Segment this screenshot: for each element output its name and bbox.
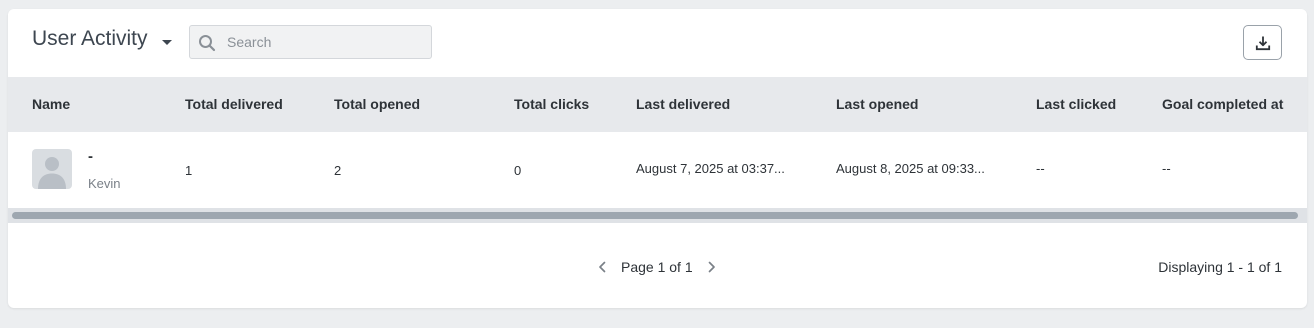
column-header-last-opened[interactable]: Last opened [836,96,918,112]
cell-total-delivered: 1 [185,163,193,178]
column-header-total-delivered[interactable]: Total delivered [185,96,283,112]
table-header: Name Total delivered Total opened Total … [8,77,1307,132]
cell-total-clicks: 0 [514,163,522,178]
cell-last-delivered: August 7, 2025 at 03:37... [636,161,785,176]
column-header-last-clicked[interactable]: Last clicked [1036,96,1116,112]
scrollbar-thumb[interactable] [12,212,1298,219]
column-header-last-delivered[interactable]: Last delivered [636,96,730,112]
user-activity-card: User Activity Name Total delivered Total… [8,9,1307,308]
column-header-total-opened[interactable]: Total opened [334,96,420,112]
user-name[interactable]: - [88,148,93,165]
card-header: User Activity [8,9,1307,77]
caret-down-icon[interactable] [160,37,174,47]
download-button[interactable] [1243,25,1282,60]
user-avatar-icon[interactable] [32,149,72,189]
chevron-left-icon[interactable] [596,260,608,274]
pagination: Page 1 of 1 Displaying 1 - 1 of 1 [8,255,1307,279]
cell-last-opened: August 8, 2025 at 09:33... [836,161,985,176]
search-icon [199,35,216,52]
column-header-goal-completed-at[interactable]: Goal completed at [1162,96,1283,112]
page-indicator: Page 1 of 1 [621,259,693,275]
report-title[interactable]: User Activity [32,27,148,51]
horizontal-scrollbar[interactable] [8,208,1307,223]
cell-last-clicked: -- [1036,161,1045,176]
displaying-count: Displaying 1 - 1 of 1 [1158,259,1282,275]
download-icon [1255,36,1271,51]
cell-total-opened: 2 [334,163,342,178]
cell-goal-completed-at: -- [1162,161,1171,176]
search-input[interactable] [227,26,422,58]
search-box[interactable] [189,25,432,59]
column-header-total-clicks[interactable]: Total clicks [514,96,589,112]
column-header-name[interactable]: Name [32,96,70,112]
user-username: Kevin [88,176,121,191]
chevron-right-icon[interactable] [706,260,718,274]
table-row[interactable]: - Kevin 1 2 0 August 7, 2025 at 03:37...… [8,132,1307,208]
